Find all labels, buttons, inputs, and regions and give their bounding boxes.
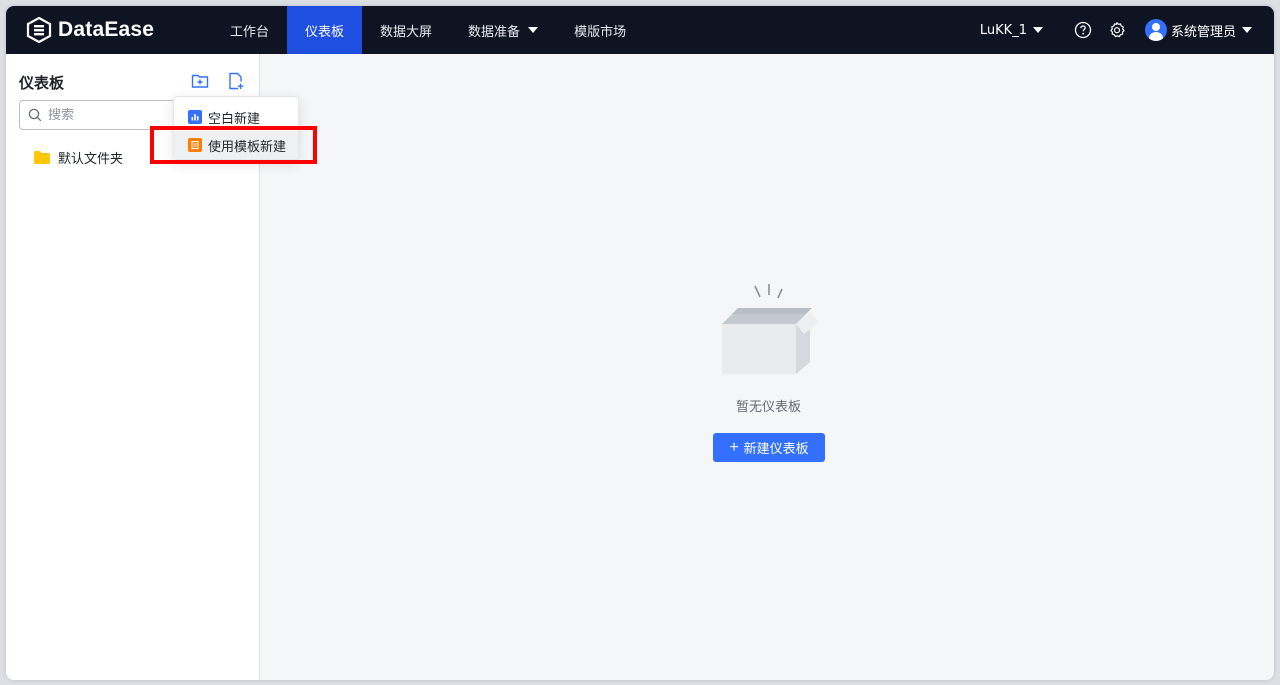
new-dashboard-dropdown: 空白新建 使用模板新建 [173,96,299,160]
template-icon [188,138,202,152]
tab-dashboard[interactable]: 仪表板 [287,6,363,54]
tab-data-prep[interactable]: 数据准备 [450,6,556,54]
avatar [1144,19,1167,41]
main-tabs: 工作台 仪表板 数据大屏 数据准备 模版市场 [212,6,644,54]
tab-label: 工作台 [230,24,270,40]
folder-icon [34,151,50,164]
plus-icon: + [729,438,739,456]
new-dashboard-label: 新建仪表板 [743,441,809,456]
new-dashboard-button[interactable]: + 新建仪表板 [713,433,825,462]
user-name: 系统管理员 [1170,24,1236,40]
menu-item-label: 空白新建 [208,111,261,127]
menu-item-template-new[interactable]: 使用模板新建 [174,131,298,159]
help-circle-icon[interactable] [1073,20,1093,40]
menu-item-label: 使用模板新建 [208,139,287,155]
tab-workbench[interactable]: 工作台 [212,6,287,54]
tab-label: 数据大屏 [380,24,433,40]
gear-icon[interactable] [1107,20,1127,40]
empty-box-illustration [722,284,819,374]
logo[interactable]: DataEase [26,6,212,54]
logo-text: DataEase [58,18,155,41]
tab-template-market[interactable]: 模版市场 [556,6,644,54]
tree-item-default-folder[interactable]: 默认文件夹 [34,148,123,167]
file-plus-icon[interactable] [225,70,247,92]
menu-item-blank-new[interactable]: 空白新建 [174,103,298,131]
workspace-name: LuKK_1 [979,22,1027,38]
app-window: DataEase 工作台 仪表板 数据大屏 数据准备 模版市场 LuKK_1 系… [6,6,1274,680]
folder-plus-icon[interactable] [189,70,211,92]
tab-label: 仪表板 [305,24,345,40]
search-icon [28,108,42,122]
tab-label: 数据准备 [468,24,521,40]
top-navigation-bar: DataEase 工作台 仪表板 数据大屏 数据准备 模版市场 LuKK_1 系… [6,6,1274,54]
workspace-selector[interactable]: LuKK_1 [980,23,1043,38]
blank-dashboard-icon [188,110,202,124]
header-right: LuKK_1 系统管理员 [980,6,1252,54]
sidebar-title: 仪表板 [19,74,65,92]
dataease-logo-icon [26,17,52,43]
caret-down-icon [1242,27,1252,33]
tree-item-label: 默认文件夹 [58,152,124,167]
caret-down-icon [1032,27,1043,33]
tab-label: 模版市场 [574,24,627,40]
caret-down-icon [528,27,539,33]
user-menu[interactable]: 系统管理员 [1144,19,1252,41]
empty-state-text: 暂无仪表板 [735,400,801,415]
tab-data-screen[interactable]: 数据大屏 [362,6,450,54]
